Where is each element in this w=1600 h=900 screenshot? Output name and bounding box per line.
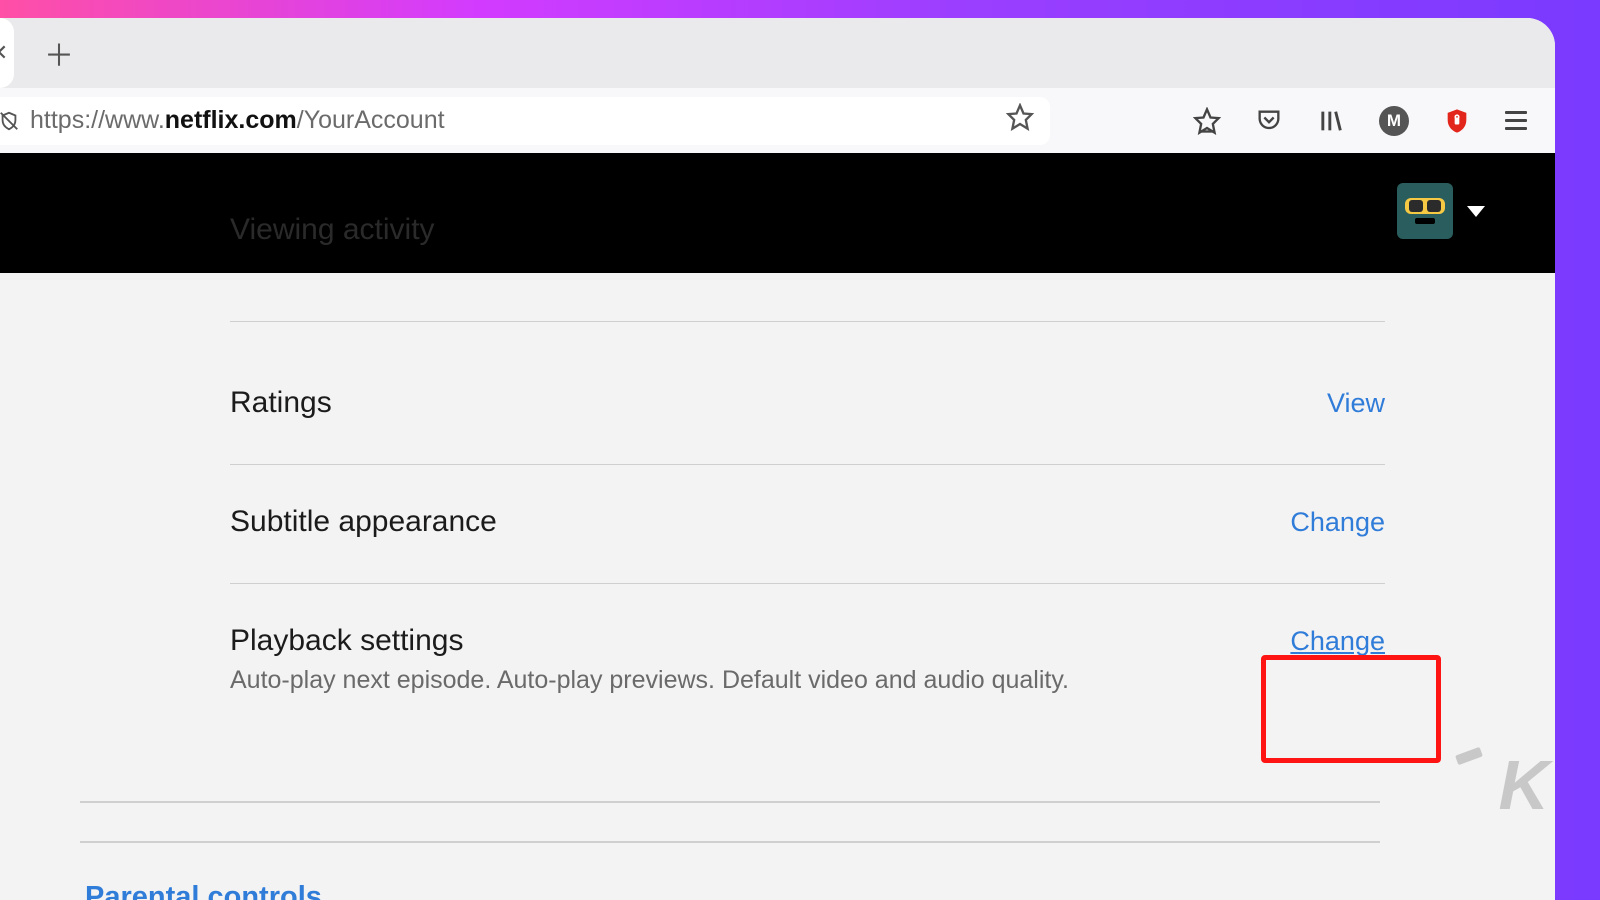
pocket-icon[interactable] <box>1255 107 1283 135</box>
address-bar[interactable]: https://www.netflix.com/YourAccount <box>0 97 1050 145</box>
window-frame: ✕ ＋ https://www.netflix.com/YourAccount <box>0 0 1600 900</box>
site-header: Viewing activity <box>0 153 1555 273</box>
row-title: Subtitle appearance <box>230 505 1290 539</box>
section-divider <box>80 801 1380 803</box>
row-title: Playback settings <box>230 624 1290 658</box>
browser-window: ✕ ＋ https://www.netflix.com/YourAccount <box>0 18 1555 900</box>
avatar <box>1397 183 1453 239</box>
library-icon[interactable] <box>1317 107 1345 135</box>
row-subtitle: Auto-play next episode. Auto-play previe… <box>230 666 1290 695</box>
tab-strip: ✕ ＋ <box>0 18 1555 88</box>
menu-icon[interactable] <box>1505 111 1527 130</box>
browser-toolbar: https://www.netflix.com/YourAccount M <box>0 88 1555 153</box>
settings-row-ratings: Ratings View <box>230 321 1385 464</box>
profile-menu[interactable] <box>1397 183 1485 239</box>
section-divider <box>80 841 1380 843</box>
row-title: Ratings <box>230 386 1327 420</box>
bookmarks-icon[interactable] <box>1193 107 1221 135</box>
header-faded-title: Viewing activity <box>230 213 435 247</box>
toolbar-icon-group: M <box>1193 106 1543 136</box>
close-tab-icon[interactable]: ✕ <box>0 18 14 88</box>
watermark: K <box>1498 745 1545 825</box>
ratings-view-link[interactable]: View <box>1327 386 1385 419</box>
settings-content: Ratings View Subtitle appearance Change … <box>0 273 1555 900</box>
playback-change-link[interactable]: Change <box>1290 624 1385 657</box>
chevron-down-icon <box>1467 206 1485 217</box>
bookmark-star-icon[interactable] <box>1006 103 1034 138</box>
section-heading-parental[interactable]: Parental controls <box>85 881 322 900</box>
settings-row-playback: Playback settings Auto-play next episode… <box>230 583 1385 755</box>
tracking-protection-icon[interactable] <box>0 110 20 132</box>
security-shield-icon[interactable] <box>1443 107 1471 135</box>
url-text: https://www.netflix.com/YourAccount <box>30 106 1006 135</box>
account-badge[interactable]: M <box>1379 106 1409 136</box>
settings-row-subtitle: Subtitle appearance Change <box>230 464 1385 583</box>
subtitle-change-link[interactable]: Change <box>1290 505 1385 538</box>
new-tab-button[interactable]: ＋ <box>44 31 74 75</box>
